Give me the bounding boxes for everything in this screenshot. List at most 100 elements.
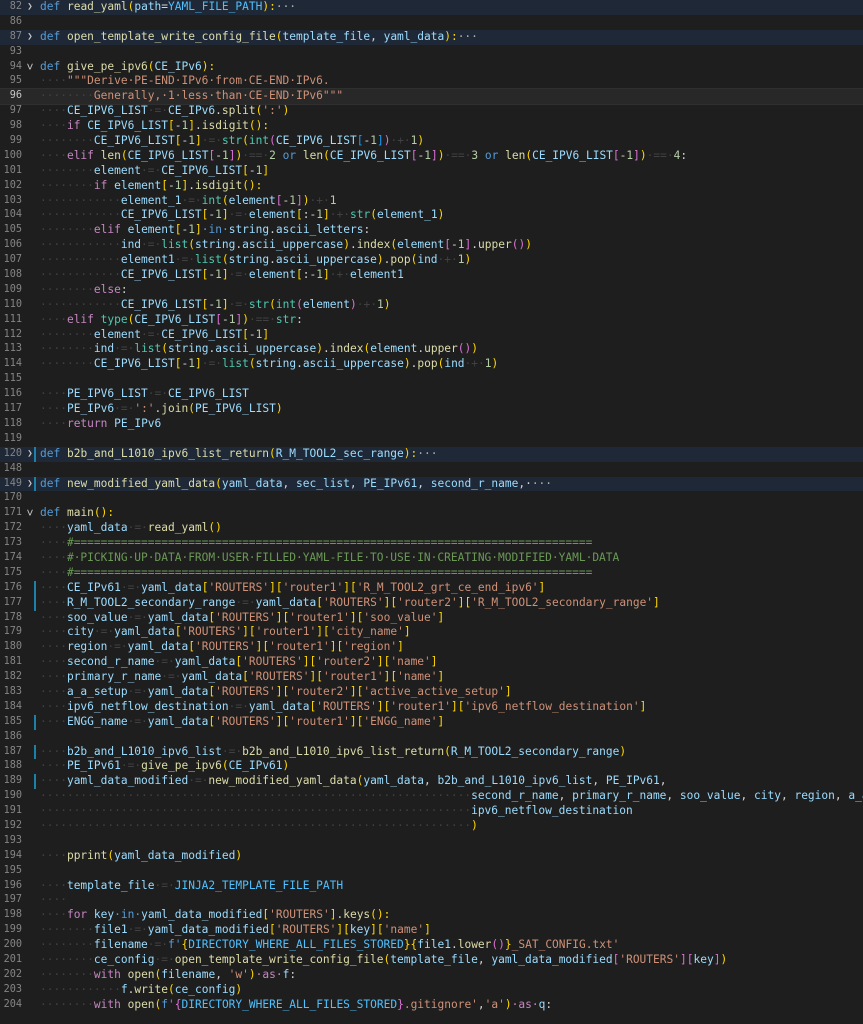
line-number: 171 [3,507,22,519]
code-line[interactable]: 186 [0,730,863,745]
code-line[interactable]: 202 ········with open(filename, 'w')·as·f… [0,968,863,983]
code-line[interactable]: 109 ········else: [0,283,863,298]
fold-expanded-chevron-icon[interactable]: ˅ [25,506,35,521]
code-line[interactable]: 98 ····if CE_IPV6_LIST[-1].isdigit(): [0,119,863,134]
code-line[interactable]: 193 [0,834,863,849]
code-line[interactable]: 117 ····PE_IPv6·=·':'.join(PE_IPV6_LIST) [0,402,863,417]
code-line[interactable]: 196 ····template_file·=·JINJA2_TEMPLATE_F… [0,879,863,894]
code-line[interactable]: 87 ❯ def open_template_write_config_file(t… [0,29,863,45]
code-line[interactable]: 175 ····#================================… [0,566,863,581]
code-line[interactable]: 170 [0,491,863,506]
code-line[interactable]: 201 ········ce_config·=·open_template_wri… [0,953,863,968]
code-line[interactable]: 115 [0,372,863,387]
code-line[interactable]: 176 ····CE_IPv61·=·yaml_data['ROUTERS']['… [0,580,863,596]
code-line[interactable]: 183 ····a_a_setup·=·yaml_data['ROUTERS'][… [0,685,863,700]
code-line[interactable]: 177 ····R_M_TOOL2_secondary_range·=·yaml_… [0,595,863,611]
code-line[interactable]: 197 ···· [0,893,863,908]
fold-expanded-chevron-icon[interactable]: ˅ [25,60,35,75]
code-line[interactable]: 102 ········if element[-1].isdigit(): [0,179,863,194]
code-line[interactable]: 198 ····for key·in·yaml_data_modified['RO… [0,908,863,923]
code-line[interactable]: 194 ····pprint(yaml_data_modified) [0,849,863,864]
code-line[interactable]: 184 ····ipv6_netflow_destination·=·yaml_d… [0,700,863,715]
code-line[interactable]: 187 ····b2b_and_L1010_ipv6_list·=·b2b_and… [0,744,863,760]
code-token: ·=· [161,670,182,684]
code-line[interactable]: 82 ❯ def read_yaml(path=YAML_FILE_PATH):··… [0,0,863,15]
code-token: ·=· [174,253,195,267]
code-token: ) [491,357,499,371]
code-line[interactable]: 172 ····yaml_data·=·read_yaml() [0,521,863,536]
code-token: element_1 [376,208,438,222]
code-line[interactable]: 107 ············element1·=·list(string.as… [0,253,863,268]
code-token: element [370,342,418,356]
code-token: , [417,476,431,490]
code-token: 'a' [484,997,505,1011]
code-text: ········filename·=·f'{DIRECTORY_WHERE_AL… [40,938,863,953]
code-line[interactable]: 108 ············CE_IPV6_LIST[-1]·=·elemen… [0,268,863,283]
code-line[interactable]: 148 [0,462,863,477]
code-token: 1 [316,208,324,222]
code-line[interactable]: 181 ····second_r_name·=·yaml_data['ROUTER… [0,655,863,670]
code-token: ·=· [147,387,168,401]
code-line[interactable]: 195 [0,864,863,879]
code-line[interactable]: 94 ˅ def give_pe_ipv6(CE_IPv6): [0,60,863,75]
code-line[interactable]: 106 ············ind·=·list(string. ascii_u… [0,238,863,253]
code-line[interactable]: 189 ····yaml_data_modified·=·new_modified… [0,774,863,790]
code-line[interactable]: 204 ········with open(f'{DIRECTORY_WHERE_… [0,998,863,1013]
code-line[interactable]: 185 ····ENGG_name·=·yaml_data['ROUTERS'][… [0,714,863,730]
code-line[interactable]: 203 ············f.write(ce_config) [0,983,863,998]
code-token: ··· [531,476,553,490]
code-line[interactable]: 113 ········ind·=·list(string.ascii_upper… [0,342,863,357]
code-editor[interactable]: 82 ❯ def read_yaml(path=YAML_FILE_PATH):··… [0,0,863,1024]
code-line[interactable]: 105 ········elif element[-1]·in·string.as… [0,223,863,238]
code-line[interactable]: 118 ····return PE_IPv6 [0,417,863,432]
code-line[interactable]: 188 ····PE_IPv61·=·give_pe_ipv6(CE_IPv61) [0,759,863,774]
code-line[interactable]: 97 ····CE_IPV6_LIST·=·CE_IPv6.split(':') [0,104,863,119]
code-line[interactable]: 110 ············CE_IPV6_LIST[-1]·=·str(in… [0,298,863,313]
code-line[interactable]: 149 ❯ def new_modified_yaml_data(yaml_data… [0,476,863,492]
code-token: JINJA2_TEMPLATE_FILE_PATH [174,878,344,892]
code-line[interactable]: 112 ········element·=·CE_IPV6_LIST[-1] [0,328,863,343]
code-token: element1 [120,253,175,267]
fold-collapsed-chevron-icon[interactable]: ❯ [25,30,35,45]
code-line[interactable]: 104 ············CE_IPV6_LIST[-1]·=·elemen… [0,208,863,223]
code-line[interactable]: 101 ········element·=·CE_IPV6_LIST[-1] [0,164,863,179]
code-line[interactable]: 99 ········CE_IPV6_LIST[-1]·=·str(int(CE_… [0,134,863,149]
code-line[interactable]: 178 ····soo_value·=·yaml_data['ROUTERS'][… [0,611,863,626]
line-number: 172 [3,522,22,534]
code-line[interactable]: 191 ·····································… [0,804,863,819]
code-line[interactable]: 114 ········CE_IPV6_LIST[-1]·=·list(strin… [0,357,863,372]
code-token: ···· [40,625,67,639]
code-token: - [221,312,229,326]
code-line[interactable]: 116 ····PE_IPV6_LIST·=·CE_IPV6_LIST [0,387,863,402]
code-token: . [349,238,357,252]
code-line[interactable]: 95 ····"""Derive·PE-END·IPv6·from·CE-END·… [0,74,863,89]
code-line[interactable]: 100 ····elif len(CE_IPV6_LIST[-1])·==·2 o… [0,149,863,164]
fold-collapsed-chevron-icon[interactable]: ❯ [25,0,35,15]
code-line[interactable]: 171 ˅ def main(): [0,506,863,521]
code-token: PE_IPv61 [66,759,121,773]
code-line[interactable]: 174 ····#·PICKING·UP·DATA·FROM·USER·FILLE… [0,551,863,566]
code-line[interactable]: 179 ····city·=·yaml_data['ROUTERS']['rout… [0,625,863,640]
code-line[interactable]: 200 ········filename·=·f'{DIRECTORY_WHERE… [0,938,863,953]
code-line[interactable]: 192 ·····································… [0,819,863,834]
code-token: ···· [40,744,67,758]
code-line[interactable]: 119 [0,432,863,447]
code-token: elif [66,312,94,326]
code-token: (): [93,506,115,520]
code-line[interactable]: 103 ············element_1·=·int(element[-… [0,194,863,209]
code-token: 'R_M_TOOL2_secondary_range' [471,595,654,609]
line-number: 99 [9,135,22,147]
code-line[interactable]: 93 [0,45,863,60]
code-line[interactable]: 182 ····primary_r_name·=·yaml_data['ROUTE… [0,670,863,685]
code-line[interactable]: 190 ·····································… [0,789,863,804]
code-line[interactable]: 199 ········file1·=·yaml_data_modified['R… [0,923,863,938]
code-line[interactable]: 180 ····region·=·yaml_data['ROUTERS']['ro… [0,640,863,655]
code-line[interactable]: 111 ····elif type(CE_IPV6_LIST[-1])·==·st… [0,313,863,328]
code-line[interactable]: 173 ····#================================… [0,536,863,551]
code-line[interactable]: 86 [0,15,863,30]
code-line[interactable]: 96 ········Generally,·1·less·than·CE-END·… [0,88,863,106]
code-token: PE_IPv61 [363,476,418,490]
code-token: ascii_uppercase [215,342,317,356]
code-line[interactable]: 120 ❯ def b2b_and_L1010_ipv6_list_return(R… [0,446,863,462]
